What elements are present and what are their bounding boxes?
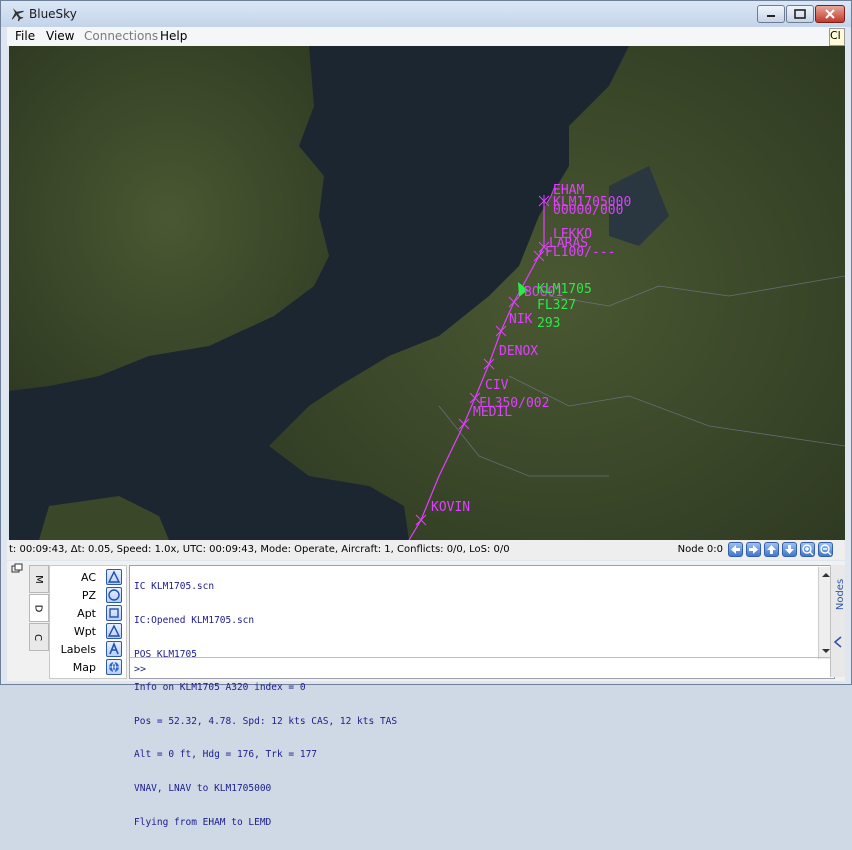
waypoint-label-denox: DENOX [499,344,538,359]
console-line: POS KLM1705 [134,648,197,660]
menu-bar: File View Connections Help Cl [7,27,845,46]
route-label-fl100: FL100/--- [545,245,615,260]
arrow-right-icon [749,545,758,554]
circle-icon [108,589,120,601]
window-title: BlueSky [29,7,77,21]
menu-connections[interactable]: Connections [84,29,158,43]
zoom-in-icon [802,544,814,556]
console-separator [130,657,834,658]
console-line: Flying from EHAM to LEMD [134,816,272,828]
zoom-in-button[interactable] [800,542,815,557]
minimize-icon [767,15,775,17]
close-icon [825,9,835,19]
layer-ac: AC [50,568,126,586]
zoom-out-icon [820,544,832,556]
console-line: Pos = 52.32, 4.78. Spd: 12 kts CAS, 12 k… [134,715,398,727]
console-line: Info on KLM1705 A320 index = 0 [134,682,306,694]
toggle-wpt-button[interactable] [106,623,122,639]
tab-c[interactable]: C [29,623,49,651]
toggle-map-button[interactable] [106,659,122,675]
pan-left-button[interactable] [728,542,743,557]
layer-toggles: AC PZ Apt Wpt Labels Map [49,565,127,679]
nodes-side-tab[interactable]: Nodes [830,565,847,677]
console-output: IC KLM1705.scn IC:Opened KLM1705.scn POS… [134,559,814,850]
triangle-icon [107,570,121,583]
menu-file[interactable]: File [15,29,35,43]
menu-help[interactable]: Help [160,29,187,43]
waypoint-label-civ: CIV [485,378,509,393]
layer-labels: Labels [50,640,126,658]
globe-icon [109,661,119,673]
route-label-alt: 00000/000 [553,203,623,218]
triangle-icon [107,624,121,637]
letter-a-icon [109,642,119,655]
maximize-icon [794,9,806,19]
aircraft-label-fl: FL327 [537,298,576,313]
layer-apt: Apt [50,604,126,622]
waypoint-label-nik: NIK [509,312,533,327]
layer-pz: PZ [50,586,126,604]
aircraft-label-id: KLM1705 [537,282,592,297]
console-line: VNAV, LNAV to KLM1705000 [134,783,272,795]
chevron-left-icon [833,636,842,648]
pan-down-button[interactable] [782,542,797,557]
close-button[interactable] [815,5,845,23]
console-line: IC KLM1705.scn [134,581,215,593]
toggle-pz-button[interactable] [106,587,122,603]
node-indicator: Node 0:0 [677,544,723,555]
minimize-button[interactable] [757,5,785,23]
pan-up-button[interactable] [764,542,779,557]
status-text: t: 00:09:43, Δt: 0.05, Speed: 1.0x, UTC:… [9,544,510,555]
square-icon [109,608,119,618]
arrow-down-icon [785,545,794,554]
vertical-tabs: M D C [29,565,49,651]
maximize-button[interactable] [786,5,814,23]
bluesky-window: BlueSky File View Connections Help Cl EH… [0,0,852,828]
nodes-tab-label: Nodes [835,578,847,611]
console-line: IC:Opened KLM1705.scn [134,615,255,627]
radar-map[interactable]: EHAM KLM1705000 00000/000 LEKKO LARAS FL… [9,46,845,540]
command-prompt[interactable]: >> [134,664,146,675]
toggle-ac-button[interactable] [106,569,122,585]
map-canvas[interactable]: EHAM KLM1705000 00000/000 LEKKO LARAS FL… [9,46,845,540]
arrow-up-icon [767,545,776,554]
tab-m[interactable]: M [29,565,49,593]
toggle-apt-button[interactable] [106,605,122,621]
toggle-labels-button[interactable] [106,641,122,657]
tab-d[interactable]: D [29,594,49,622]
plane-icon [11,8,24,22]
zoom-out-button[interactable] [818,542,833,557]
arrow-left-icon [731,545,740,554]
bottom-panel: M D C AC PZ Apt Wpt Labels Map IC KLM170… [7,561,847,828]
undock-icon[interactable] [11,563,23,575]
waypoint-label-kovin: KOVIN [431,500,470,515]
pan-right-button[interactable] [746,542,761,557]
clipped-widget: Cl [829,28,845,46]
waypoint-label-medil: MEDIL [473,405,512,420]
console-line: Alt = 0 ft, Hdg = 176, Trk = 177 [134,749,318,761]
aircraft-label-speed: 293 [537,316,560,331]
layer-map: Map [50,658,126,676]
menu-view[interactable]: View [46,29,74,43]
status-bar: t: 00:09:43, Δt: 0.05, Speed: 1.0x, UTC:… [7,540,845,560]
title-bar: BlueSky [1,1,851,27]
console-panel: IC KLM1705.scn IC:Opened KLM1705.scn POS… [129,565,835,828]
layer-wpt: Wpt [50,622,126,640]
